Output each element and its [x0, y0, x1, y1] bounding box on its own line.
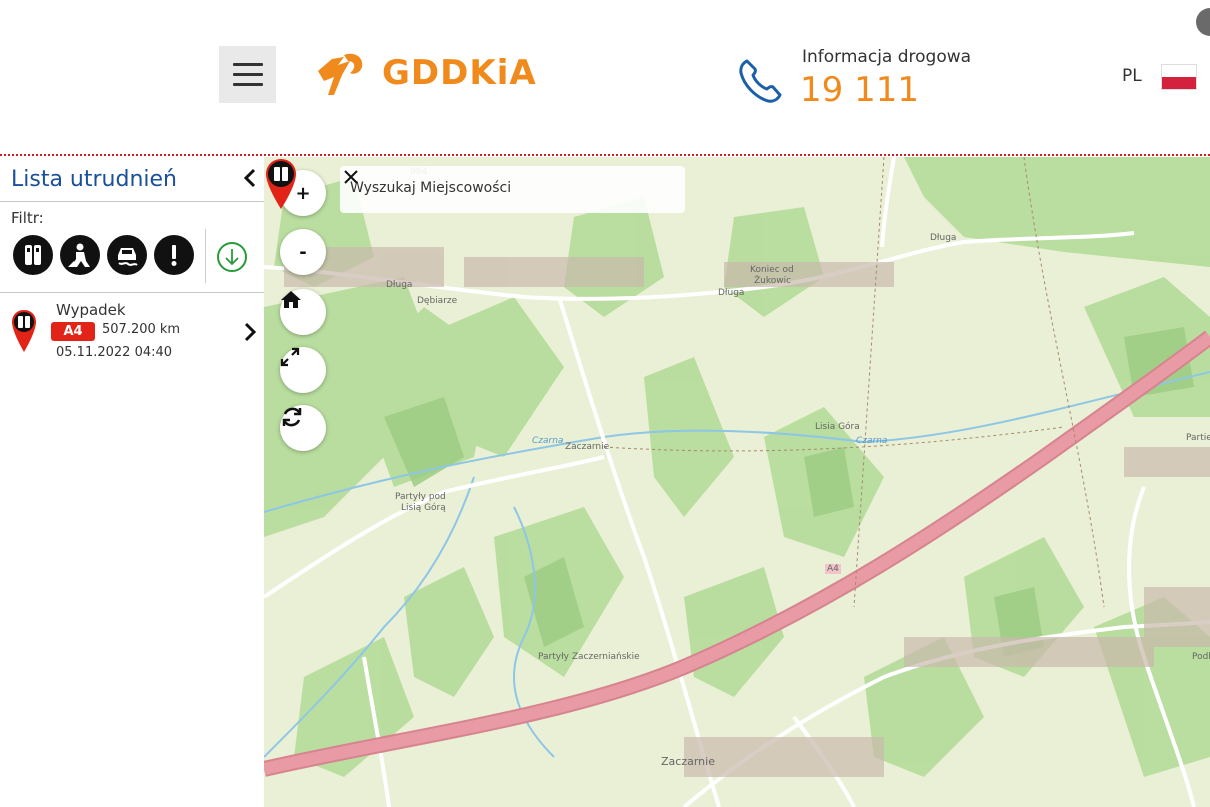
divider [0, 292, 264, 293]
zoom-out-button[interactable]: - [280, 229, 326, 275]
map-label: Długa [930, 233, 957, 243]
map-label: Podles [1192, 652, 1210, 662]
warning-filter-icon[interactable] [154, 235, 194, 275]
home-button[interactable] [280, 289, 326, 335]
map[interactable]: Długa Długa Długa Dębiarze Koniec od Żuk… [264, 157, 1210, 807]
map-label: Długa [386, 280, 413, 290]
map-label: Żukowic [754, 276, 792, 286]
map-label: Partie [1186, 433, 1210, 443]
menu-bar [232, 73, 263, 76]
divider [0, 201, 264, 202]
accessibility-icon[interactable] [1196, 8, 1210, 36]
accident-filter-icon[interactable] [13, 235, 53, 275]
language-selector[interactable]: PL [1122, 66, 1142, 86]
logo-text: GDDKiA [382, 53, 537, 93]
refresh-button[interactable] [280, 405, 326, 451]
accident-marker-icon [12, 310, 36, 352]
download-icon[interactable] [217, 242, 247, 272]
incident-type: Wypadek [56, 301, 126, 319]
menu-bar [232, 83, 263, 86]
sidebar: Lista utrudnień Filtr: Wypadek A4 507.20… [0, 157, 264, 807]
divider [205, 229, 206, 283]
refresh-icon [282, 407, 302, 427]
map-label: Lisia Góra [815, 422, 860, 432]
map-label: Długa [718, 288, 745, 298]
location-search [340, 166, 685, 213]
sidebar-title: Lista utrudnień [11, 167, 177, 192]
car-skid-filter-icon[interactable] [107, 235, 147, 275]
hamburger-menu-button[interactable] [219, 46, 276, 103]
filter-label: Filtr: [11, 209, 44, 227]
map-label: Koniec od [750, 265, 794, 275]
menu-bar [232, 63, 263, 66]
poland-flag-icon[interactable] [1161, 64, 1197, 90]
map-label: Czarna [856, 436, 888, 446]
roadworks-filter-icon[interactable] [60, 235, 100, 275]
phone-icon [739, 59, 782, 103]
chevron-right-icon[interactable] [243, 321, 257, 343]
map-label: Partyły pod [395, 492, 446, 502]
location-search-input[interactable] [350, 180, 640, 196]
map-label: Zaczarnie [661, 755, 715, 768]
map-label: Dębiarze [417, 296, 458, 306]
home-icon [281, 291, 301, 308]
expand-icon [280, 347, 300, 367]
incident-date: 05.11.2022 04:40 [56, 345, 173, 360]
header-divider [0, 154, 1210, 156]
map-label: A4 [825, 564, 841, 574]
header: GDDKiA Informacja drogowa 19 111 PL [0, 0, 1210, 155]
collapse-chevron-icon[interactable] [240, 165, 260, 191]
traffic-info-number[interactable]: 19 111 [800, 70, 919, 110]
road-badge: A4 [51, 322, 95, 341]
map-label: Partyły Zaczerniańskie [538, 652, 640, 662]
fullscreen-button[interactable] [280, 347, 326, 393]
logo-bird-icon [318, 53, 363, 95]
map-label: Zaczarnie [565, 442, 610, 452]
map-label: Lisią Górą [401, 503, 446, 513]
traffic-info-label: Informacja drogowa [802, 47, 972, 67]
close-icon[interactable] [340, 166, 362, 188]
filter-icons [13, 235, 194, 275]
accident-map-marker-icon[interactable] [264, 157, 298, 211]
map-tiles [264, 157, 1210, 807]
gddkia-logo[interactable]: GDDKiA [314, 48, 537, 98]
map-label: Czarna [532, 436, 564, 446]
incident-km: 507.200 km [102, 322, 181, 337]
list-item[interactable]: Wypadek A4 507.200 km 05.11.2022 04:40 [0, 294, 264, 364]
